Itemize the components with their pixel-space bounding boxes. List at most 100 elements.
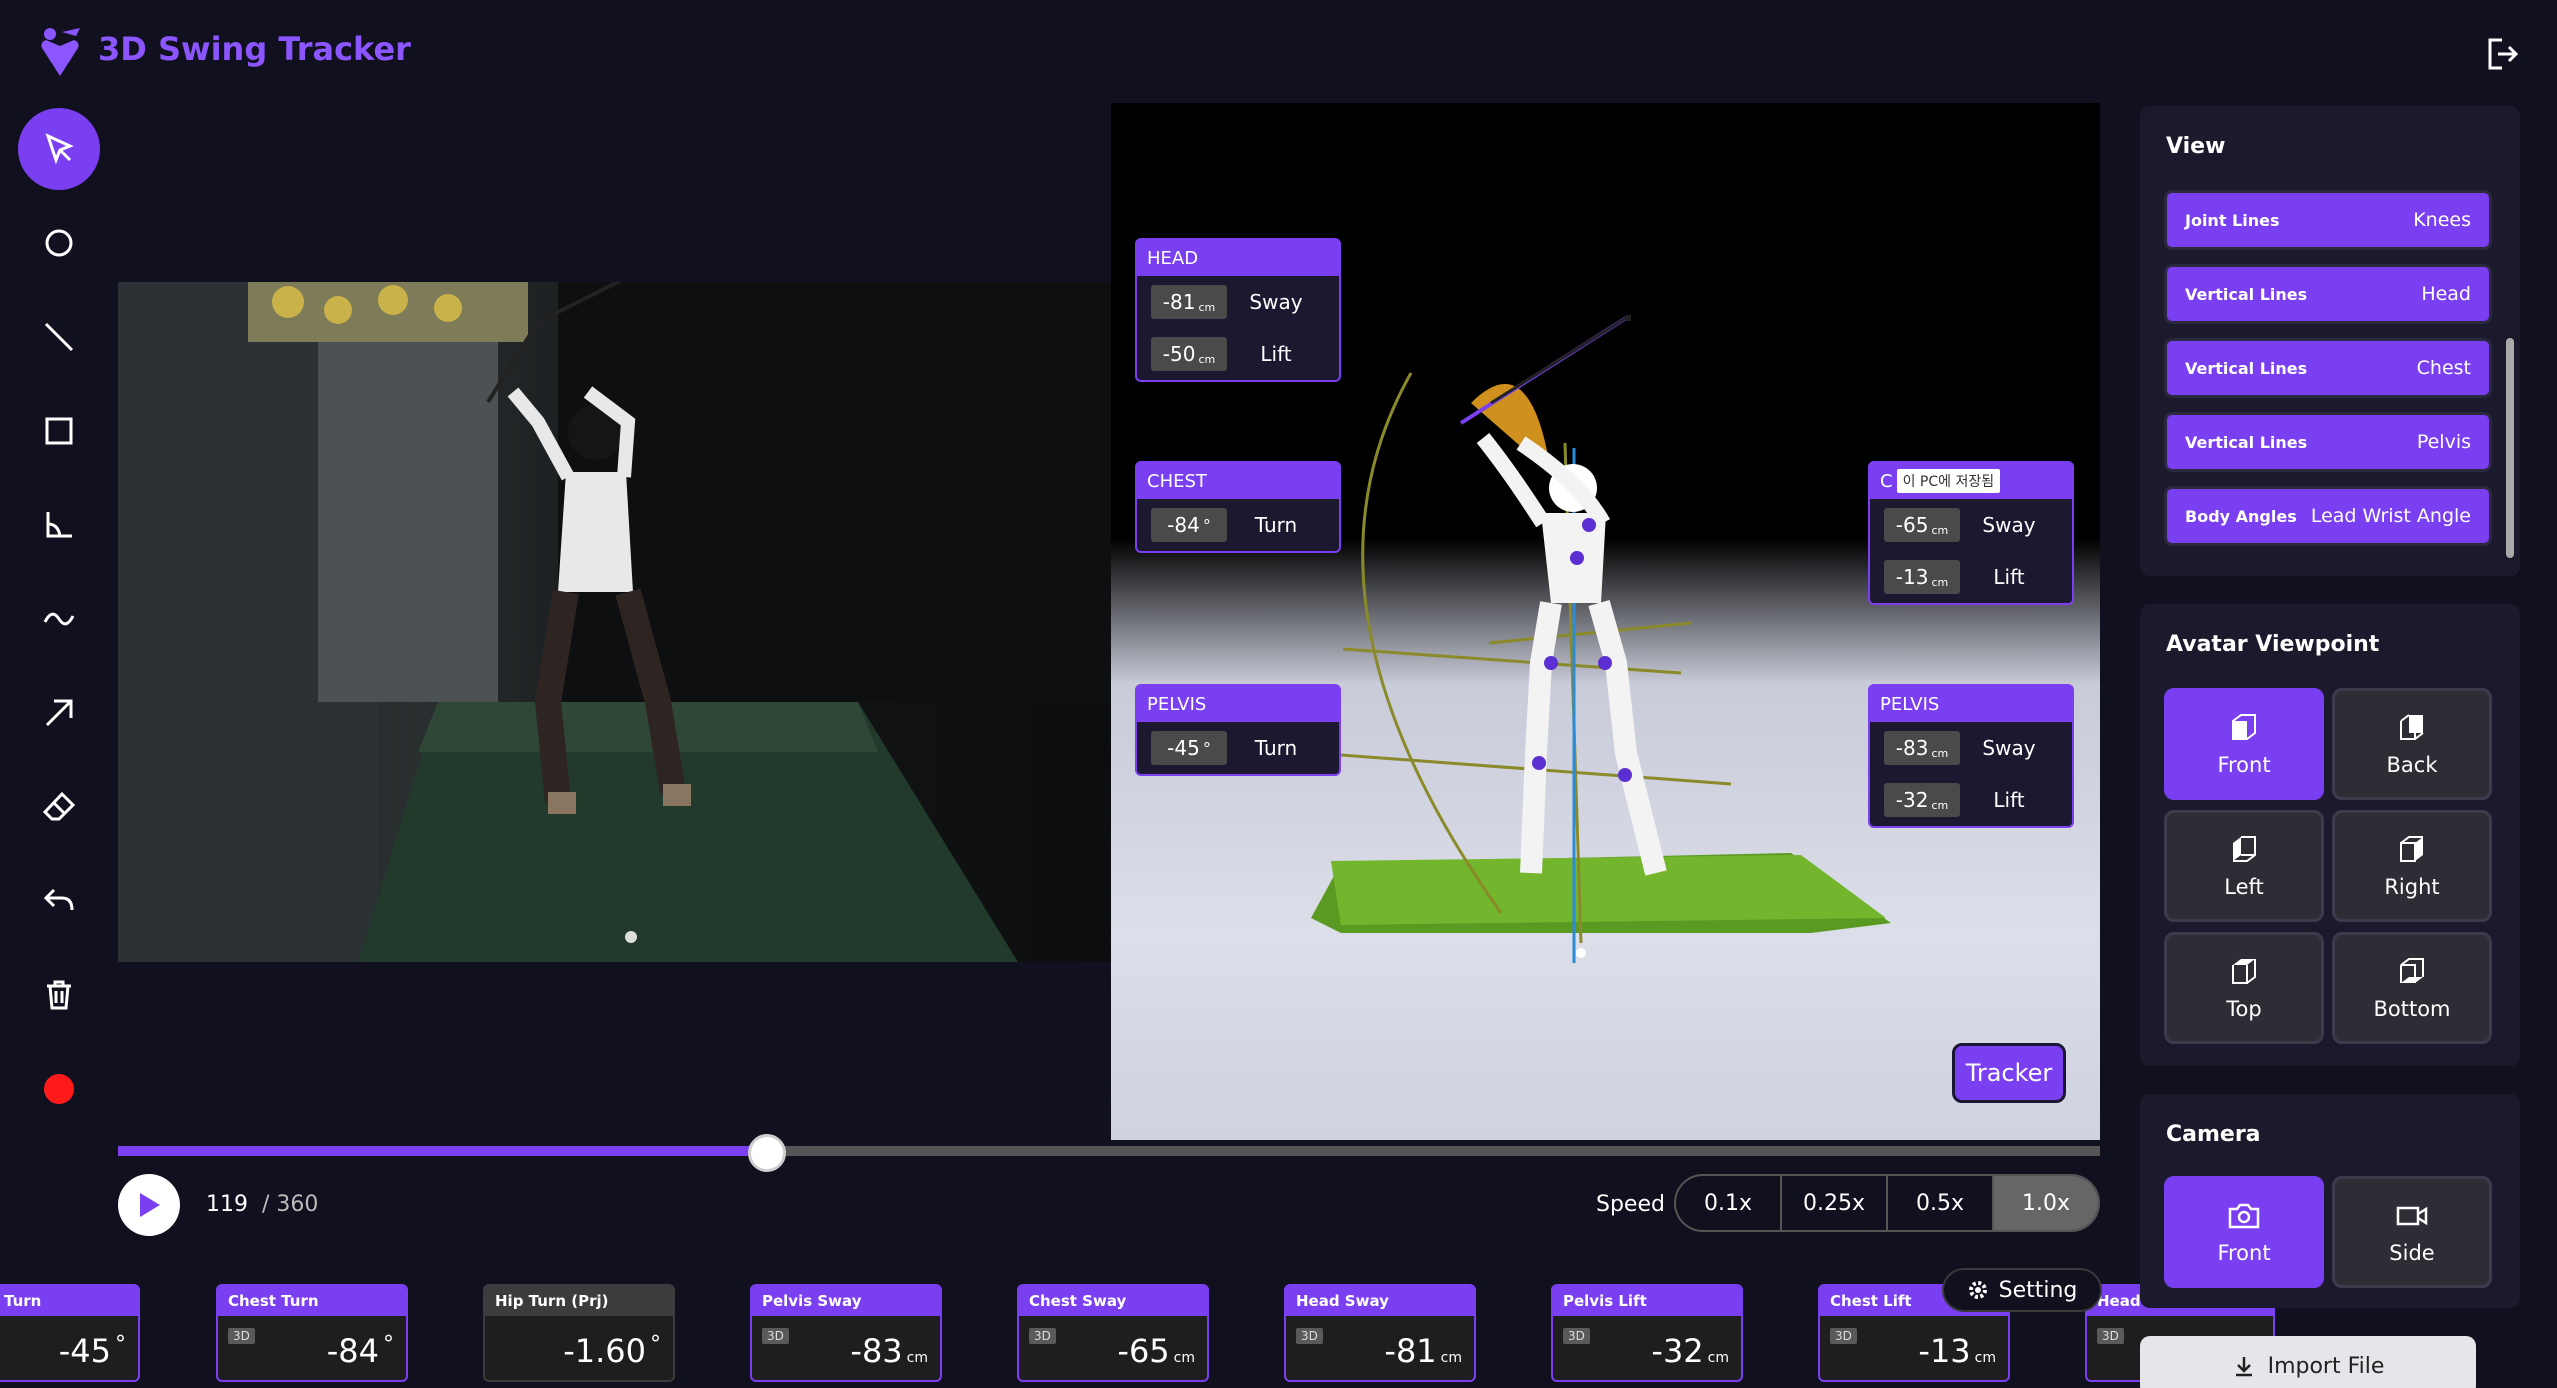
trash-icon (47, 980, 71, 1010)
metric-value: -81 cm (1384, 1332, 1462, 1370)
viewpoint-front-button[interactable]: Front (2164, 688, 2324, 800)
arrow-tool-button[interactable] (18, 672, 100, 754)
metric-title: Head Sway (1286, 1286, 1474, 1316)
timeline-thumb[interactable] (748, 1134, 786, 1172)
metric-title: Hip Turn (Prj) (485, 1286, 673, 1316)
metric-card[interactable]: Chest Turn 3D -84 ° (216, 1284, 408, 1382)
rectangle-tool-button[interactable] (18, 390, 100, 472)
camera-side-button[interactable]: Side (2332, 1176, 2492, 1288)
viewpoint-left-button[interactable]: Left (2164, 810, 2324, 922)
total-frames: / 360 (262, 1192, 319, 1217)
3d-badge: 3D (762, 1328, 789, 1344)
undo-tool-button[interactable] (18, 860, 100, 942)
3d-badge: 3D (2097, 1328, 2124, 1344)
speed-option-selected[interactable]: 1.0x (1994, 1176, 2098, 1230)
viewpoint-bottom-button[interactable]: Bottom (2332, 932, 2492, 1044)
chest-lift-value: -13 cm (1884, 560, 1960, 594)
metric-value: -83 cm (850, 1332, 928, 1370)
pelvis-sway-value: -83 cm (1884, 731, 1960, 765)
metric-value: -32 cm (1651, 1332, 1729, 1370)
viewpoint-back-button[interactable]: Back (2332, 688, 2492, 800)
metric-value: -45 ° (58, 1332, 126, 1370)
view-item-vertical-lines-chest[interactable]: Vertical Lines Chest (2164, 338, 2492, 398)
view-scrollbar[interactable] (2506, 338, 2514, 558)
sway-label: Sway (1982, 736, 2036, 760)
metric-value: -65 cm (1117, 1332, 1195, 1370)
circle-tool-button[interactable] (18, 202, 100, 284)
tracker-button[interactable]: Tracker (1952, 1043, 2066, 1103)
metric-card[interactable]: Chest Sway 3D -65 cm (1017, 1284, 1209, 1382)
metric-title: Pelvis Sway (752, 1286, 940, 1316)
metric-value: -1.60 ° (563, 1332, 661, 1370)
eraser-tool-button[interactable] (18, 766, 100, 848)
3d-badge: 3D (1296, 1328, 1323, 1344)
camera-front-button[interactable]: Front (2164, 1176, 2324, 1288)
logout-icon[interactable] (2484, 36, 2520, 72)
cube-front-icon (2232, 714, 2256, 740)
3d-badge: 3D (1029, 1328, 1056, 1344)
gear-icon (1968, 1281, 1987, 1299)
speed-option[interactable]: 0.25x (1782, 1176, 1888, 1230)
head-panel: HEAD -81 cm Sway -50 cm Lift (1135, 238, 1341, 382)
metric-title: Chest Turn (218, 1286, 406, 1316)
speed-option[interactable]: 0.5x (1888, 1176, 1994, 1230)
head-lift-value: -50 cm (1151, 337, 1227, 371)
panel-title: HEAD (1137, 240, 1339, 276)
curve-icon (43, 612, 75, 626)
3d-badge: 3D (1563, 1328, 1590, 1344)
metric-card[interactable]: Pelvis Lift 3D -32 cm (1551, 1284, 1743, 1382)
view-item-vertical-lines-head[interactable]: Vertical Lines Head (2164, 264, 2492, 324)
line-tool-button[interactable] (18, 296, 100, 378)
delete-tool-button[interactable] (18, 954, 100, 1036)
speed-label: Speed (1596, 1192, 1665, 1217)
arrow-icon (45, 699, 73, 727)
turn-label: Turn (1254, 513, 1298, 537)
view-item-joint-lines[interactable]: Joint Lines Knees (2164, 190, 2492, 250)
pelvis-panel: PELVIS -45 ° Turn (1135, 684, 1341, 776)
view-item-vertical-lines-pelvis[interactable]: Vertical Lines Pelvis (2164, 412, 2492, 472)
video-camera-icon (2396, 1206, 2428, 1226)
video-frame-image (118, 282, 1111, 962)
view-title: View (2166, 134, 2226, 159)
viewpoint-right-button[interactable]: Right (2332, 810, 2492, 922)
metric-title: Pelvis Lift (1553, 1286, 1741, 1316)
view-item-body-angles[interactable]: Body Angles Lead Wrist Angle (2164, 486, 2492, 546)
panel-title: PELVIS (1870, 686, 2072, 722)
cube-top-icon (2232, 959, 2256, 984)
cube-bottom-icon (2400, 958, 2424, 983)
play-button[interactable] (118, 1174, 180, 1236)
chest-turn-value: -84 ° (1151, 508, 1227, 542)
metric-card[interactable]: Hip Turn (Prj) -1.60 ° (483, 1284, 675, 1382)
swing-video[interactable] (118, 282, 1111, 962)
metric-value: -84 ° (326, 1332, 394, 1370)
viewpoint-top-button[interactable]: Top (2164, 932, 2324, 1044)
select-tool-button[interactable] (18, 108, 100, 190)
app-title: 3D Swing Tracker (98, 30, 411, 68)
sway-label: Sway (1249, 290, 1303, 314)
import-file-button[interactable]: Import File (2140, 1336, 2476, 1388)
metric-card[interactable]: Head Sway 3D -81 cm (1284, 1284, 1476, 1382)
panel-title: PELVIS (1137, 686, 1339, 722)
saved-tooltip: 이 PC에 저장됨 (1896, 469, 2001, 493)
pelvis-sway-panel: PELVIS -83 cm Sway -32 cm Lift (1868, 684, 2074, 828)
setting-button[interactable]: Setting (1942, 1268, 2102, 1312)
curve-tool-button[interactable] (18, 578, 100, 660)
select-arrow-icon (45, 133, 74, 165)
current-frame: 119 (206, 1192, 248, 1217)
head-sway-value: -81 cm (1151, 285, 1227, 319)
setting-label: Setting (1998, 1277, 2078, 1303)
angle-tool-button[interactable] (18, 484, 100, 566)
record-button[interactable] (18, 1048, 100, 1130)
record-icon (44, 1074, 74, 1104)
metric-value: -13 cm (1918, 1332, 1996, 1370)
metric-card[interactable]: Pelvis Sway 3D -83 cm (750, 1284, 942, 1382)
eraser-icon (42, 791, 76, 821)
chest-sway-panel: C이 PC에 저장됨 -65 cm Sway -13 cm Lift (1868, 461, 2074, 605)
rectangle-icon (45, 417, 73, 445)
metric-card[interactable]: Turn -45 ° (0, 1284, 140, 1382)
speed-option[interactable]: 0.1x (1676, 1176, 1782, 1230)
cube-right-icon (2400, 836, 2423, 862)
camera-icon (2228, 1203, 2260, 1229)
camera-section: Camera Front Side (2140, 1094, 2520, 1308)
angle-icon (46, 512, 72, 538)
